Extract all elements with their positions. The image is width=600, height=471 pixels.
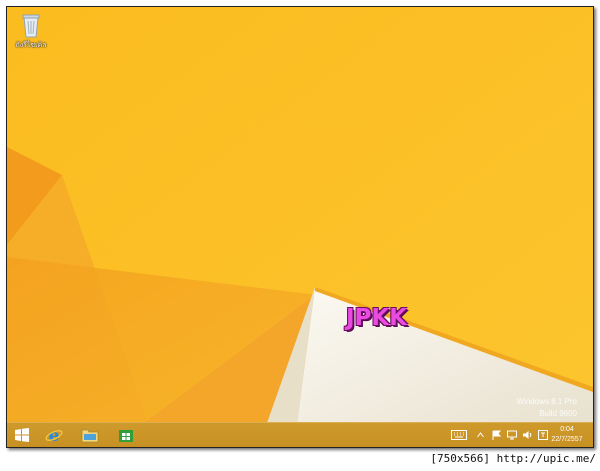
- edition-name: Windows 8.1 Pro: [516, 397, 577, 406]
- chevron-up-icon[interactable]: [477, 432, 484, 438]
- windows-edition: Windows 8.1 Pro Build 9600: [517, 396, 577, 420]
- ie-icon: e: [45, 426, 63, 444]
- windows-logo-icon: [15, 428, 29, 442]
- start-button[interactable]: [11, 425, 33, 445]
- clock-date: 22/7/2557: [551, 436, 583, 443]
- recycle-bin-label: ถังรีไซเคิล: [15, 41, 47, 49]
- system-tray: [451, 423, 548, 447]
- desktop-screenshot: ถังรีไซเคิล JPKK Windows 8.1 Pro Build 9…: [6, 6, 594, 448]
- flag-icon[interactable]: [492, 430, 502, 440]
- watermark-text: JPKK: [346, 305, 408, 331]
- svg-text:e: e: [49, 426, 60, 444]
- network-icon[interactable]: [507, 430, 517, 440]
- store-button[interactable]: [115, 425, 137, 445]
- keyboard-icon[interactable]: [451, 430, 467, 440]
- internet-explorer-button[interactable]: e: [43, 425, 65, 445]
- edition-build: Build 9600: [539, 409, 577, 418]
- recycle-bin[interactable]: ถังรีไซเคิล: [13, 11, 49, 51]
- folder-icon: [81, 429, 99, 443]
- volume-icon[interactable]: [522, 430, 533, 440]
- taskbar: e 0:04 22/7/2557: [7, 422, 593, 447]
- image-caption: [750x566] http://upic.me/: [430, 452, 596, 465]
- wallpaper: [7, 7, 593, 447]
- clock-time: 0:04: [560, 426, 574, 433]
- file-explorer-button[interactable]: [79, 425, 101, 445]
- store-icon: [119, 430, 133, 442]
- recycle-bin-icon: [22, 14, 40, 38]
- clock[interactable]: 0:04 22/7/2557: [547, 425, 587, 445]
